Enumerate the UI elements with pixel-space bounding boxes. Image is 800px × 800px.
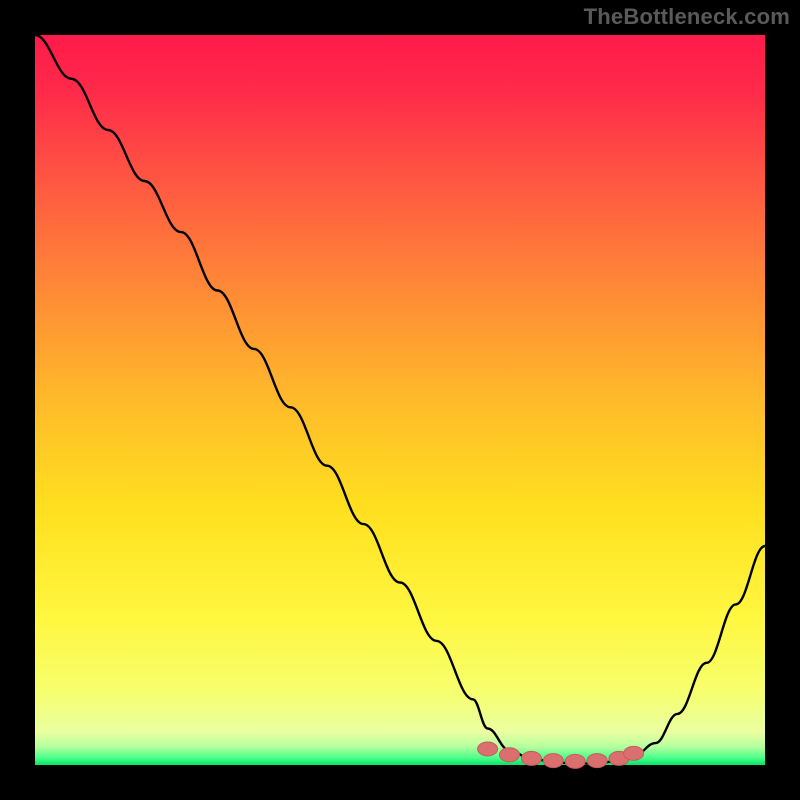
watermark-text: TheBottleneck.com bbox=[584, 4, 790, 30]
optimal-marker bbox=[624, 746, 644, 760]
optimal-marker bbox=[521, 751, 541, 765]
plot-background bbox=[35, 35, 765, 765]
optimal-marker bbox=[565, 754, 585, 768]
optimal-marker bbox=[478, 742, 498, 756]
optimal-marker bbox=[500, 748, 520, 762]
chart-frame: TheBottleneck.com bbox=[0, 0, 800, 800]
optimal-marker bbox=[587, 754, 607, 768]
chart-svg bbox=[0, 0, 800, 800]
optimal-marker bbox=[543, 754, 563, 768]
